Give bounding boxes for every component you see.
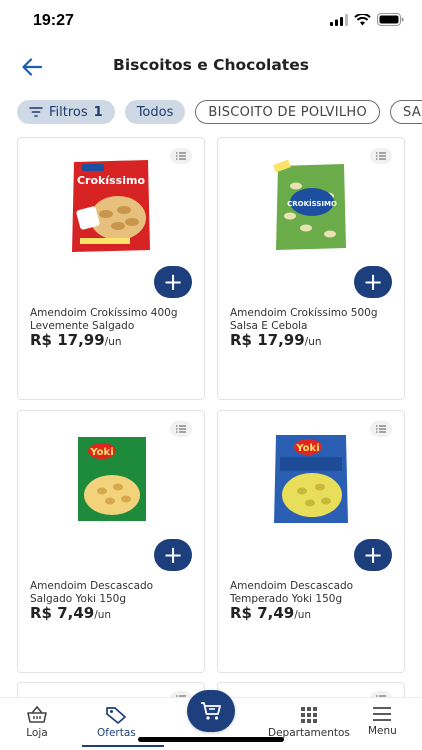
product-brand-text: Yoki <box>89 447 113 458</box>
home-indicator <box>138 737 284 742</box>
product-price: R$ 7,49/un <box>230 604 311 622</box>
filters-button[interactable]: Filtros 1 <box>17 100 115 124</box>
add-to-list-button[interactable] <box>170 421 192 437</box>
wifi-icon <box>354 13 371 25</box>
nav-loja[interactable]: Loja <box>26 706 48 739</box>
product-brand-text: CROKÍSSIMO <box>287 199 337 208</box>
status-time: 19:27 <box>33 12 74 29</box>
product-brand-text: Yoki <box>295 443 319 454</box>
status-icons <box>330 13 404 26</box>
product-name: Amendoim Descascado Temperado Yoki 150g <box>230 580 354 605</box>
product-card[interactable]: Yoki + Amendoim Descascado Salgado Yoki … <box>17 410 205 673</box>
nav-ofertas[interactable]: Ofertas <box>97 706 136 739</box>
price-unit: /un <box>94 609 112 621</box>
list-icon <box>376 152 386 160</box>
basket-icon <box>27 706 47 723</box>
price-unit: /un <box>294 609 312 621</box>
battery-icon <box>377 13 404 26</box>
product-image: CROKÍSSIMO <box>273 159 346 250</box>
add-to-list-button[interactable] <box>170 148 192 164</box>
filters-count: 1 <box>93 104 103 120</box>
chip-partial[interactable]: SA <box>390 100 422 124</box>
add-to-cart-button[interactable]: + <box>354 266 392 298</box>
price-value: R$ 7,49 <box>230 604 295 622</box>
price-unit: /un <box>104 336 122 348</box>
nav-label: Ofertas <box>97 727 136 739</box>
signal-icon <box>330 13 348 26</box>
product-card[interactable]: CROKÍSSIMO + Amendoim Crokíssimo 500g Sa… <box>217 137 405 400</box>
add-to-cart-button[interactable]: + <box>154 539 192 571</box>
add-to-list-button[interactable] <box>370 148 392 164</box>
add-to-cart-button[interactable]: + <box>354 539 392 571</box>
grid-icon <box>300 707 317 723</box>
nav-menu[interactable]: Menu <box>368 706 397 737</box>
nav-departamentos[interactable]: Departamentos <box>268 706 350 739</box>
active-tab-indicator <box>82 745 164 747</box>
list-icon <box>376 425 386 433</box>
product-image: Crokíssimo <box>72 160 150 252</box>
nav-label: Loja <box>26 727 48 739</box>
add-to-list-button[interactable] <box>370 421 392 437</box>
product-name: Amendoim Crokíssimo 500g Salsa E Cebola <box>230 307 378 332</box>
price-value: R$ 7,49 <box>30 604 95 622</box>
product-image: Yoki <box>274 435 348 523</box>
price-value: R$ 17,99 <box>30 331 105 349</box>
page-title: Biscoitos e Chocolates <box>113 56 309 74</box>
nav-label: Menu <box>368 725 397 737</box>
tag-icon <box>106 707 127 724</box>
chip-biscoito-de-polvilho[interactable]: BISCOITO DE POLVILHO <box>195 100 381 124</box>
filter-chips: Filtros 1 Todos BISCOITO DE POLVILHO SA <box>17 100 422 124</box>
price-unit: /un <box>304 336 322 348</box>
product-brand-text: Crokíssimo <box>77 174 145 187</box>
price-value: R$ 17,99 <box>230 331 305 349</box>
chip-todos[interactable]: Todos <box>124 100 186 124</box>
filters-label: Filtros <box>49 104 88 120</box>
hamburger-menu-icon <box>373 707 392 721</box>
list-icon <box>176 425 186 433</box>
filter-icon <box>29 107 43 117</box>
cart-button[interactable] <box>187 690 235 732</box>
header: Biscoitos e Chocolates <box>0 44 422 90</box>
product-image: Yoki <box>78 437 146 521</box>
list-icon <box>176 152 186 160</box>
product-card[interactable]: Crokíssimo + Amendoim Crokíssimo 400g Le… <box>17 137 205 400</box>
product-price: R$ 17,99/un <box>230 331 322 349</box>
status-bar: 19:27 <box>0 0 422 44</box>
product-card[interactable]: Yoki + Amendoim Descascado Temperado Yok… <box>217 410 405 673</box>
product-price: R$ 7,49/un <box>30 604 111 622</box>
add-to-cart-button[interactable]: + <box>154 266 192 298</box>
cart-icon <box>201 702 221 720</box>
product-price: R$ 17,99/un <box>30 331 122 349</box>
product-name: Amendoim Descascado Salgado Yoki 150g <box>30 580 154 605</box>
product-name: Amendoim Crokíssimo 400g Levemente Salga… <box>30 307 178 332</box>
